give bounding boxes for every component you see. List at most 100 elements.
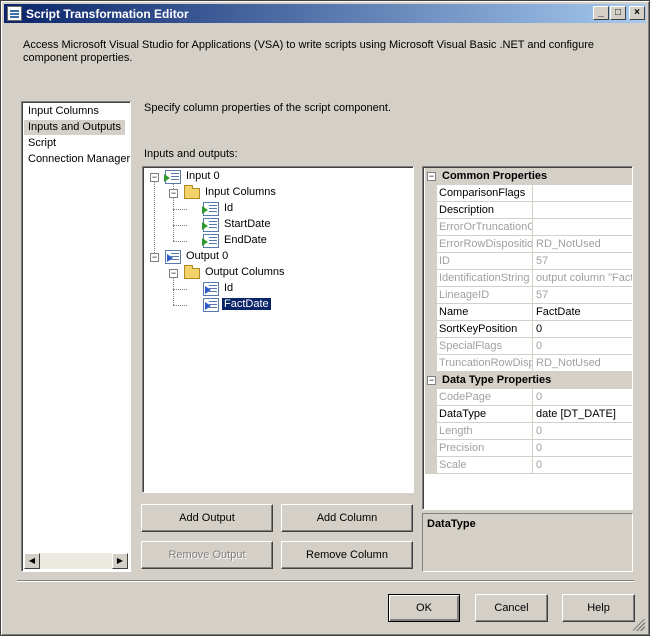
property-row-gutter bbox=[425, 321, 437, 338]
property-value[interactable]: date [DT_DATE] bbox=[536, 406, 632, 423]
tree-node-label: Output Columns bbox=[205, 266, 285, 278]
category-common-properties[interactable]: − Common Properties bbox=[425, 168, 632, 185]
cancel-button[interactable]: Cancel bbox=[475, 594, 548, 622]
script-transformation-editor-window: Script Transformation Editor _ □ × Acces… bbox=[0, 0, 650, 636]
property-row-gutter bbox=[425, 406, 437, 423]
property-value[interactable]: RD_NotUsed bbox=[536, 236, 632, 253]
property-row-gutter bbox=[425, 202, 437, 219]
output-icon bbox=[165, 250, 181, 264]
collapse-icon[interactable]: − bbox=[169, 189, 178, 198]
editor-description: Access Microsoft Visual Studio for Appli… bbox=[23, 39, 595, 64]
property-row-gutter bbox=[425, 287, 437, 304]
property-value[interactable]: 57 bbox=[536, 287, 632, 304]
property-row[interactable]: ID 57 bbox=[425, 253, 632, 270]
property-name: TruncationRowDisp bbox=[439, 355, 533, 372]
property-row[interactable]: Description bbox=[425, 202, 632, 219]
scroll-right-icon[interactable]: ▶ bbox=[112, 553, 128, 569]
collapse-icon[interactable]: − bbox=[150, 173, 159, 182]
property-name: SortKeyPosition bbox=[439, 321, 533, 338]
property-name: CodePage bbox=[439, 389, 533, 406]
nav-item-connection-managers[interactable]: Connection Managers bbox=[24, 152, 130, 167]
nav-item-script[interactable]: Script bbox=[24, 136, 60, 151]
property-row-gutter bbox=[425, 423, 437, 440]
help-button[interactable]: Help bbox=[562, 594, 635, 622]
add-column-button[interactable]: Add Column bbox=[281, 504, 413, 532]
tree-node-label: Id bbox=[224, 202, 234, 214]
property-description-box: DataType bbox=[422, 513, 633, 572]
property-name: IdentificationString bbox=[439, 270, 533, 287]
property-name: Length bbox=[439, 423, 533, 440]
page-navigation-list[interactable]: Input Columns Inputs and Outputs Script … bbox=[21, 101, 131, 572]
title-bar[interactable]: Script Transformation Editor _ □ × bbox=[4, 4, 646, 23]
maximize-button[interactable]: □ bbox=[610, 6, 626, 20]
add-output-button[interactable]: Add Output bbox=[141, 504, 273, 532]
input-column-icon bbox=[202, 202, 219, 216]
property-row-gutter bbox=[425, 236, 437, 253]
tree-node-input-col-startdate[interactable]: StartDate bbox=[143, 217, 403, 233]
property-row[interactable]: LineageID 57 bbox=[425, 287, 632, 304]
nav-item-inputs-and-outputs[interactable]: Inputs and Outputs bbox=[24, 120, 125, 135]
property-value[interactable]: RD_NotUsed bbox=[536, 355, 632, 372]
property-row[interactable]: SpecialFlags 0 bbox=[425, 338, 632, 355]
property-row-gutter bbox=[425, 270, 437, 287]
property-value[interactable]: 0 bbox=[536, 389, 632, 406]
nav-horizontal-scrollbar[interactable]: ◀ ▶ bbox=[24, 553, 128, 569]
property-name: ErrorRowDispositio bbox=[439, 236, 533, 253]
tree-node-output-0[interactable]: − Output 0 bbox=[143, 249, 403, 265]
collapse-icon[interactable]: − bbox=[427, 172, 436, 181]
close-button[interactable]: × bbox=[629, 6, 645, 20]
remove-column-button[interactable]: Remove Column bbox=[281, 541, 413, 569]
property-row[interactable]: SortKeyPosition 0 bbox=[425, 321, 632, 338]
property-row[interactable]: ComparisonFlags bbox=[425, 185, 632, 202]
property-grid[interactable]: − Common Properties ComparisonFlags Descr… bbox=[422, 166, 633, 510]
property-value[interactable] bbox=[536, 185, 632, 202]
property-row-gutter bbox=[425, 185, 437, 202]
property-name: ComparisonFlags bbox=[439, 185, 533, 202]
property-row[interactable]: DataType date [DT_DATE] bbox=[425, 406, 632, 423]
property-row[interactable]: TruncationRowDisp RD_NotUsed bbox=[425, 355, 632, 372]
property-row[interactable]: Length 0 bbox=[425, 423, 632, 440]
property-name: Description bbox=[439, 202, 533, 219]
property-value[interactable]: 0 bbox=[536, 338, 632, 355]
nav-item-input-columns[interactable]: Input Columns bbox=[24, 104, 103, 119]
property-value[interactable]: 57 bbox=[536, 253, 632, 270]
minimize-button[interactable]: _ bbox=[593, 6, 609, 20]
property-row[interactable]: CodePage 0 bbox=[425, 389, 632, 406]
tree-node-label: Id bbox=[224, 282, 234, 294]
property-value[interactable]: output column "FactD bbox=[536, 270, 632, 287]
remove-output-button[interactable]: Remove Output bbox=[141, 541, 273, 569]
property-name: DataType bbox=[439, 406, 533, 423]
window-title: Script Transformation Editor bbox=[26, 7, 189, 21]
property-value[interactable]: FactDate bbox=[536, 304, 632, 321]
resize-grip-icon[interactable] bbox=[633, 619, 645, 631]
property-row[interactable]: IdentificationString output column "FactD bbox=[425, 270, 632, 287]
category-data-type-properties[interactable]: − Data Type Properties bbox=[425, 372, 632, 389]
ok-button[interactable]: OK bbox=[388, 594, 460, 622]
tree-node-output-col-factdate[interactable]: FactDate bbox=[143, 297, 403, 313]
collapse-icon[interactable]: − bbox=[150, 253, 159, 262]
property-value[interactable]: 0 bbox=[536, 321, 632, 338]
property-value[interactable] bbox=[536, 202, 632, 219]
tree-node-input-col-enddate[interactable]: EndDate bbox=[143, 233, 403, 249]
property-value[interactable]: 0 bbox=[536, 440, 632, 457]
property-row[interactable]: Name FactDate bbox=[425, 304, 632, 321]
scroll-left-icon[interactable]: ◀ bbox=[24, 553, 40, 569]
inputs-outputs-tree[interactable]: − Input 0 − Input Columns Id StartDate E… bbox=[142, 166, 414, 493]
property-row[interactable]: Precision 0 bbox=[425, 440, 632, 457]
tree-node-input-0[interactable]: − Input 0 bbox=[143, 169, 403, 185]
property-value[interactable]: 0 bbox=[536, 457, 632, 474]
property-value[interactable] bbox=[536, 219, 632, 236]
property-value[interactable]: 0 bbox=[536, 423, 632, 440]
property-name: Precision bbox=[439, 440, 533, 457]
tree-node-input-columns[interactable]: − Input Columns bbox=[143, 185, 403, 201]
tree-node-output-col-id[interactable]: Id bbox=[143, 281, 403, 297]
tree-node-output-columns[interactable]: − Output Columns bbox=[143, 265, 403, 281]
property-row[interactable]: ErrorRowDispositio RD_NotUsed bbox=[425, 236, 632, 253]
tree-node-input-col-id[interactable]: Id bbox=[143, 201, 403, 217]
property-row[interactable]: Scale 0 bbox=[425, 457, 632, 474]
collapse-icon[interactable]: − bbox=[427, 376, 436, 385]
tree-node-label: Input Columns bbox=[205, 186, 276, 198]
property-row[interactable]: ErrorOrTruncationO bbox=[425, 219, 632, 236]
collapse-icon[interactable]: − bbox=[169, 269, 178, 278]
property-name: ErrorOrTruncationO bbox=[439, 219, 533, 236]
